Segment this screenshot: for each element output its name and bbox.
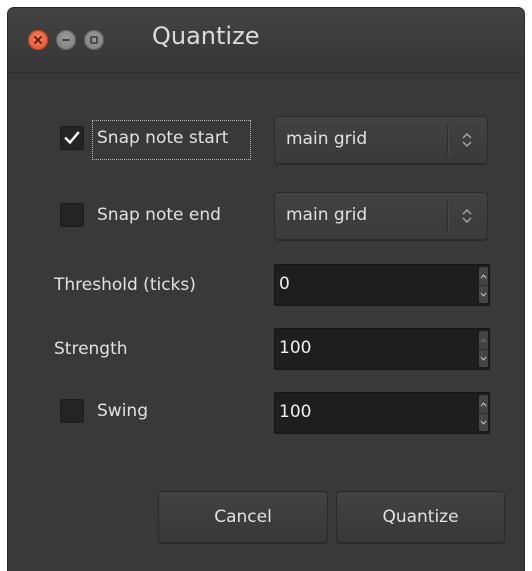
threshold-label: Threshold (ticks): [54, 275, 196, 295]
minimize-icon: [62, 39, 70, 41]
snap-note-end-combo-value: main grid: [286, 205, 368, 225]
up-down-arrows-icon: [462, 209, 472, 223]
quantize-button[interactable]: Quantize: [336, 491, 505, 543]
swing-spinbox[interactable]: 100: [274, 392, 490, 434]
threshold-value: 0: [279, 274, 290, 294]
spin-buttons: [479, 267, 488, 303]
strength-spinbox[interactable]: 100: [274, 328, 490, 370]
swing-value: 100: [279, 402, 312, 422]
swing-label[interactable]: Swing: [97, 401, 148, 421]
maximize-icon: [90, 36, 98, 44]
close-window-button[interactable]: [28, 30, 48, 50]
snap-note-start-combo-value: main grid: [286, 129, 368, 149]
spin-up-button[interactable]: [479, 267, 488, 286]
snap-note-start-combo[interactable]: main grid: [274, 116, 488, 164]
spin-up-button[interactable]: [479, 395, 488, 414]
strength-label: Strength: [54, 339, 128, 359]
spin-down-button[interactable]: [479, 413, 488, 431]
close-icon: [34, 36, 42, 44]
swing-checkbox[interactable]: [60, 399, 84, 423]
snap-note-end-checkbox[interactable]: [60, 203, 84, 227]
spin-down-button[interactable]: [479, 349, 488, 367]
spin-buttons: [479, 395, 488, 431]
up-down-arrows-icon: [462, 133, 472, 147]
combo-separator: [447, 125, 448, 155]
cancel-button[interactable]: Cancel: [158, 491, 328, 543]
arrow-down-icon: [480, 356, 487, 361]
snap-note-start-checkbox[interactable]: [60, 126, 84, 150]
arrow-down-icon: [480, 292, 487, 297]
snap-note-end-label[interactable]: Snap note end: [97, 205, 221, 225]
checkmark-icon: [64, 131, 80, 145]
spin-down-button[interactable]: [479, 285, 488, 303]
strength-value: 100: [279, 338, 312, 358]
arrow-up-icon: [480, 337, 487, 342]
combo-separator: [447, 201, 448, 231]
titlebar: Quantize: [8, 8, 524, 73]
spin-buttons: [479, 331, 488, 367]
arrow-up-icon: [480, 273, 487, 278]
snap-note-end-combo[interactable]: main grid: [274, 192, 488, 240]
arrow-up-icon: [480, 401, 487, 406]
spin-up-button[interactable]: [479, 331, 488, 350]
arrow-down-icon: [480, 420, 487, 425]
quantize-dialog: Quantize Snap note start main grid Snap …: [8, 8, 524, 571]
window-title: Quantize: [152, 22, 260, 50]
minimize-window-button[interactable]: [56, 30, 76, 50]
snap-note-start-label[interactable]: Snap note start: [97, 128, 228, 148]
threshold-spinbox[interactable]: 0: [274, 264, 490, 306]
maximize-window-button[interactable]: [84, 30, 104, 50]
